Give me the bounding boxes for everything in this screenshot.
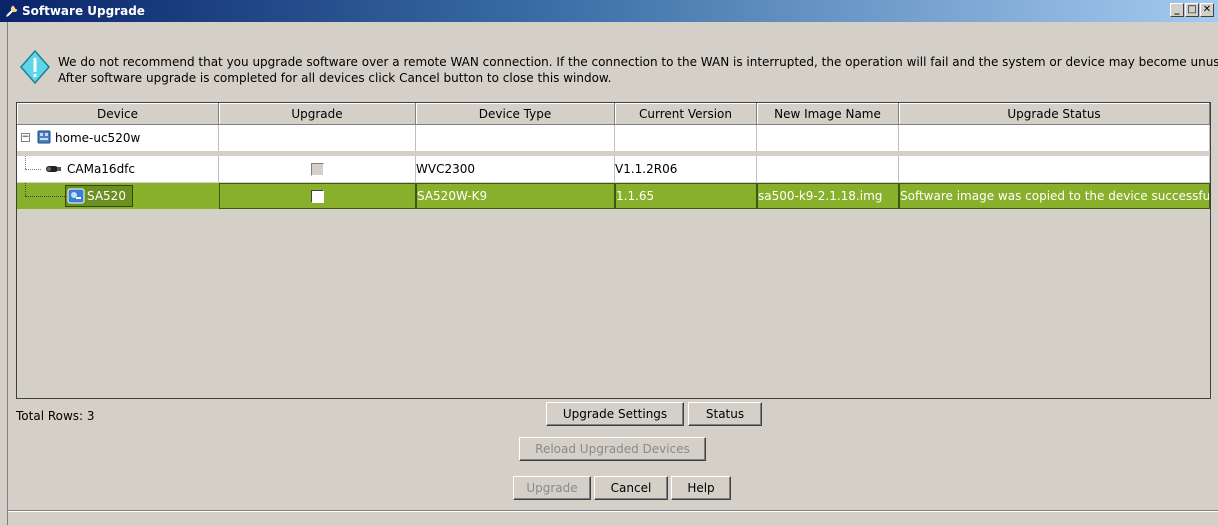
minimize-icon[interactable]: _ (1170, 3, 1184, 17)
current-version: 1.1.65 (615, 183, 757, 209)
column-header-upgrade-status[interactable]: Upgrade Status (899, 103, 1210, 125)
new-image-name (757, 156, 899, 182)
close-icon[interactable]: ✕ (1200, 3, 1214, 17)
maximize-icon[interactable]: □ (1185, 3, 1199, 17)
table-empty-area (17, 209, 1210, 398)
table-header: Device Upgrade Device Type Current Versi… (17, 103, 1210, 125)
column-header-device[interactable]: Device (17, 103, 219, 125)
device-name: SA520 (87, 189, 126, 203)
wrench-icon (6, 5, 18, 17)
reload-upgraded-devices-button[interactable]: Reload Upgraded Devices (519, 437, 706, 461)
upgrade-status (899, 125, 1210, 151)
upgrade-status (899, 156, 1210, 182)
firewall-icon (67, 188, 85, 204)
new-image-name: sa500-k9-2.1.18.img (757, 183, 899, 209)
warning-message: We do not recommend that you upgrade sof… (58, 54, 1218, 86)
upgrade-button[interactable]: Upgrade (513, 476, 591, 500)
window-frame (0, 22, 8, 525)
upgrade-checkbox[interactable] (310, 162, 324, 176)
upgrade-checkbox[interactable] (311, 189, 324, 203)
column-header-current-version[interactable]: Current Version (615, 103, 757, 125)
column-header-new-image-name[interactable]: New Image Name (757, 103, 899, 125)
device-type: WVC2300 (416, 156, 615, 182)
table-body: − home-uc520w CAMa16dfc WVC2300 V1.1.2R0… (17, 125, 1210, 398)
cancel-button[interactable]: Cancel (594, 476, 668, 500)
warning-line-1: We do not recommend that you upgrade sof… (58, 55, 1218, 69)
status-button[interactable]: Status (688, 402, 762, 426)
device-name: CAMa16dfc (67, 162, 136, 176)
warning-icon (20, 50, 50, 85)
table-row[interactable]: − home-uc520w (17, 125, 1210, 151)
table-row[interactable]: CAMa16dfc WVC2300 V1.1.2R06 (17, 156, 1210, 182)
upgrade-settings-button[interactable]: Upgrade Settings (546, 402, 684, 426)
total-rows-label: Total Rows: 3 (16, 409, 95, 423)
device-type (416, 125, 615, 151)
device-table: Device Upgrade Device Type Current Versi… (16, 102, 1211, 399)
help-button[interactable]: Help (671, 476, 731, 500)
table-row-selected[interactable]: SA520 SA520W-K9 1.1.65 sa500-k9-2.1.18.i… (17, 183, 1210, 209)
upgrade-status: Software image was copied to the device … (899, 183, 1210, 209)
current-version: V1.1.2R06 (615, 156, 757, 182)
warning-line-2: After software upgrade is completed for … (58, 71, 612, 85)
device-name: home-uc520w (55, 131, 141, 145)
current-version (615, 125, 757, 151)
column-header-device-type[interactable]: Device Type (416, 103, 615, 125)
status-bar (8, 510, 1218, 526)
camera-icon (46, 166, 61, 172)
column-header-upgrade[interactable]: Upgrade (219, 103, 416, 125)
title-bar: Software Upgrade _ □ ✕ (0, 0, 1218, 22)
router-icon (37, 130, 51, 144)
collapse-icon[interactable]: − (21, 133, 30, 142)
new-image-name (757, 125, 899, 151)
device-type: SA520W-K9 (416, 183, 615, 209)
window-title: Software Upgrade (22, 4, 145, 18)
